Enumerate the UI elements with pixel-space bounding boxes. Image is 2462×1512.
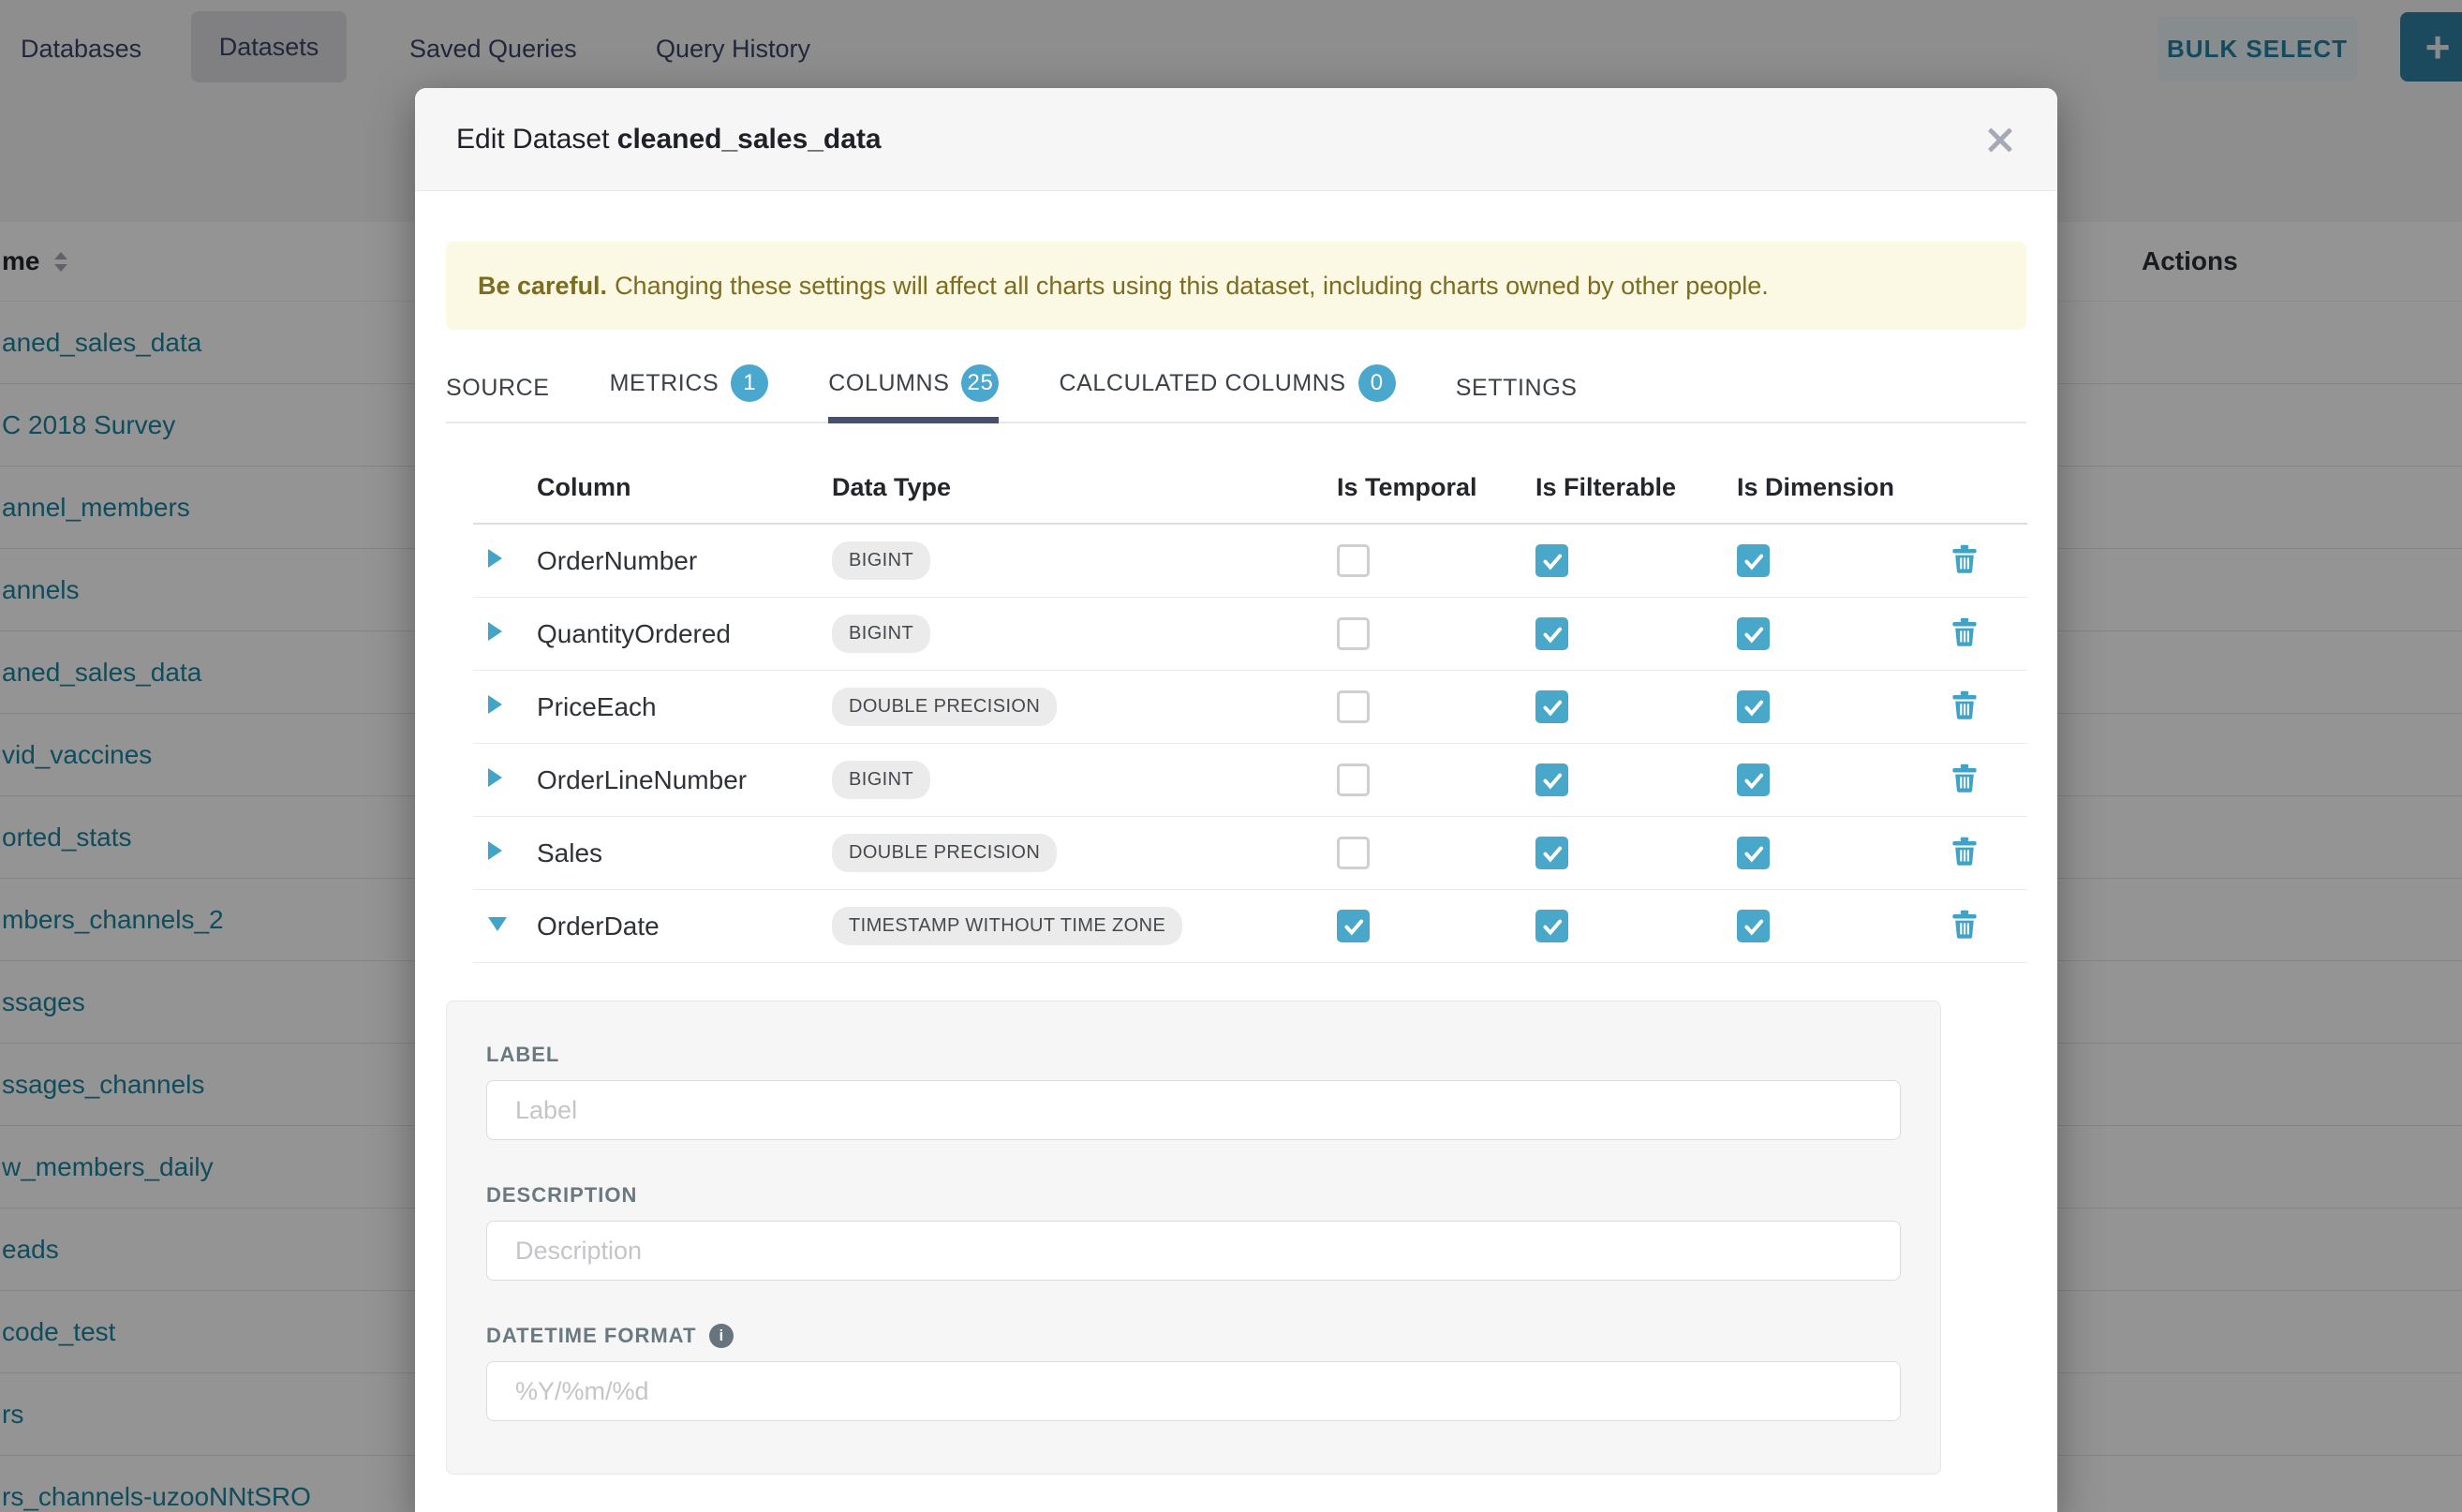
tab-calculated-columns[interactable]: CALCULATED COLUMNS 0 xyxy=(1059,364,1395,423)
is-dimension-checkbox[interactable] xyxy=(1737,690,1770,723)
data-type-pill: BIGINT xyxy=(832,615,930,653)
is-dimension-checkbox[interactable] xyxy=(1737,910,1770,942)
tab-count-badge: 1 xyxy=(731,364,768,402)
datetime-format-label-text: DATETIME FORMAT xyxy=(486,1324,696,1348)
data-type-pill: TIMESTAMP WITHOUT TIME ZONE xyxy=(832,907,1182,945)
modal-dataset-name: cleaned_sales_data xyxy=(617,124,882,155)
delete-column-button[interactable] xyxy=(1951,926,1978,942)
column-row: Sales DOUBLE PRECISION xyxy=(473,817,2027,890)
description-input[interactable] xyxy=(486,1221,1901,1281)
tab-label: METRICS xyxy=(610,370,719,397)
is-filterable-checkbox[interactable] xyxy=(1535,617,1568,650)
data-type-pill: BIGINT xyxy=(832,541,930,580)
column-name: QuantityOrdered xyxy=(537,619,832,649)
tab-count-badge: 25 xyxy=(961,364,999,402)
tab-label: CALCULATED COLUMNS xyxy=(1059,370,1345,397)
header-data-type: Data Type xyxy=(832,473,1337,502)
caret-right-icon[interactable] xyxy=(488,841,502,860)
trash-icon xyxy=(1951,544,1978,573)
column-row: OrderLineNumber BIGINT xyxy=(473,744,2027,817)
tab-metrics[interactable]: METRICS 1 xyxy=(610,364,769,423)
modal-title-prefix: Edit Dataset xyxy=(456,124,609,155)
columns-table: Column Data Type Is Temporal Is Filterab… xyxy=(473,452,2027,963)
data-type-pill: DOUBLE PRECISION xyxy=(832,688,1057,726)
is-temporal-checkbox[interactable] xyxy=(1337,910,1370,942)
modal-body: Be careful. Changing these settings will… xyxy=(415,242,2057,1475)
is-temporal-checkbox[interactable] xyxy=(1337,544,1370,577)
column-name: OrderNumber xyxy=(537,546,832,576)
column-name: OrderDate xyxy=(537,912,832,941)
is-dimension-checkbox[interactable] xyxy=(1737,837,1770,869)
description-field-label: DESCRIPTION xyxy=(486,1183,1901,1208)
is-filterable-checkbox[interactable] xyxy=(1535,690,1568,723)
modal-title: Edit Dataset cleaned_sales_data xyxy=(456,124,882,156)
app: Databases Datasets Saved Queries Query H… xyxy=(0,0,2462,1512)
delete-column-button[interactable] xyxy=(1951,561,1978,577)
is-filterable-checkbox[interactable] xyxy=(1535,837,1568,869)
is-filterable-checkbox[interactable] xyxy=(1535,763,1568,796)
header-is-filterable: Is Filterable xyxy=(1535,473,1737,502)
header-is-dimension: Is Dimension xyxy=(1737,473,1951,502)
caret-down-icon[interactable] xyxy=(488,917,507,931)
trash-icon xyxy=(1951,837,1978,866)
warning-text: Changing these settings will affect all … xyxy=(615,272,1769,301)
tab-label: SETTINGS xyxy=(1456,375,1578,402)
modal-tabs: SOURCE METRICS 1 COLUMNS 25 CALCULATED C… xyxy=(446,371,2026,423)
is-dimension-checkbox[interactable] xyxy=(1737,763,1770,796)
delete-column-button[interactable] xyxy=(1951,780,1978,796)
tab-label: COLUMNS xyxy=(828,370,949,397)
info-icon[interactable]: i xyxy=(709,1324,734,1348)
warning-banner: Be careful. Changing these settings will… xyxy=(446,242,2026,330)
trash-icon xyxy=(1951,763,1978,793)
is-filterable-checkbox[interactable] xyxy=(1535,544,1568,577)
caret-right-icon[interactable] xyxy=(488,768,502,787)
caret-right-icon[interactable] xyxy=(488,622,502,641)
columns-table-rows: OrderNumber BIGINT QuantityOrdered BIGIN… xyxy=(473,525,2027,963)
column-name: OrderLineNumber xyxy=(537,765,832,795)
trash-icon xyxy=(1951,617,1978,646)
delete-column-button[interactable] xyxy=(1951,634,1978,650)
column-row: QuantityOrdered BIGINT xyxy=(473,598,2027,671)
column-row: PriceEach DOUBLE PRECISION xyxy=(473,671,2027,744)
column-row: OrderDate TIMESTAMP WITHOUT TIME ZONE xyxy=(473,890,2027,963)
label-input[interactable] xyxy=(486,1080,1901,1140)
is-temporal-checkbox[interactable] xyxy=(1337,690,1370,723)
columns-table-header: Column Data Type Is Temporal Is Filterab… xyxy=(473,452,2027,525)
tab-settings[interactable]: SETTINGS xyxy=(1456,375,1578,423)
header-is-temporal: Is Temporal xyxy=(1337,473,1535,502)
caret-right-icon[interactable] xyxy=(488,549,502,568)
datetime-format-field-label: DATETIME FORMAT i xyxy=(486,1324,1901,1348)
delete-column-button[interactable] xyxy=(1951,707,1978,723)
trash-icon xyxy=(1951,910,1978,939)
modal-header: Edit Dataset cleaned_sales_data xyxy=(415,88,2057,191)
data-type-pill: DOUBLE PRECISION xyxy=(832,834,1057,872)
data-type-pill: BIGINT xyxy=(832,761,930,799)
is-temporal-checkbox[interactable] xyxy=(1337,617,1370,650)
warning-bold: Be careful. xyxy=(478,272,607,301)
trash-icon xyxy=(1951,690,1978,719)
tab-source[interactable]: SOURCE xyxy=(446,375,550,423)
datetime-format-input[interactable] xyxy=(486,1361,1901,1421)
is-temporal-checkbox[interactable] xyxy=(1337,837,1370,869)
tab-columns[interactable]: COLUMNS 25 xyxy=(828,364,999,423)
is-dimension-checkbox[interactable] xyxy=(1737,544,1770,577)
close-icon[interactable] xyxy=(1984,124,2016,156)
label-field-label: LABEL xyxy=(486,1043,1901,1067)
column-name: Sales xyxy=(537,838,832,868)
column-row: OrderNumber BIGINT xyxy=(473,525,2027,598)
is-dimension-checkbox[interactable] xyxy=(1737,617,1770,650)
edit-dataset-modal: Edit Dataset cleaned_sales_data Be caref… xyxy=(415,88,2057,1512)
header-column: Column xyxy=(537,473,832,502)
tab-count-badge: 0 xyxy=(1358,364,1396,402)
column-detail-panel: LABEL DESCRIPTION DATETIME FORMAT i xyxy=(446,1001,1941,1475)
tab-label: SOURCE xyxy=(446,375,550,402)
is-filterable-checkbox[interactable] xyxy=(1535,910,1568,942)
delete-column-button[interactable] xyxy=(1951,853,1978,869)
caret-right-icon[interactable] xyxy=(488,695,502,714)
column-name: PriceEach xyxy=(537,692,832,722)
is-temporal-checkbox[interactable] xyxy=(1337,763,1370,796)
